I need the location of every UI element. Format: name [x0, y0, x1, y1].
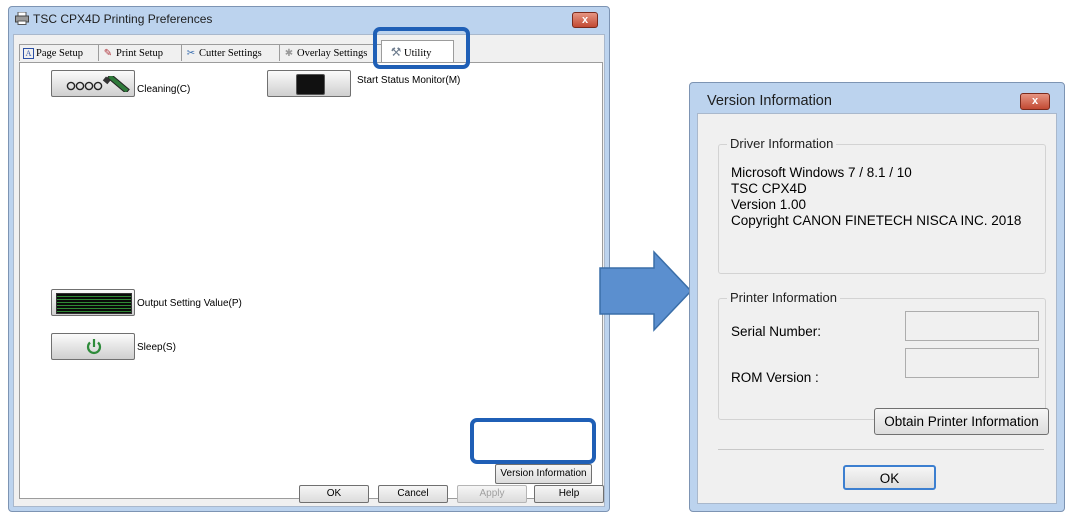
driver-model-text: TSC CPX4D — [731, 181, 807, 196]
close-icon: x — [1031, 95, 1039, 107]
tab-print-setup[interactable]: ✎ Print Setup — [98, 44, 182, 61]
utility-tab-highlight — [373, 27, 470, 69]
dialog-title: Version Information — [707, 93, 832, 109]
tab-page-setup[interactable]: A Page Setup — [19, 44, 99, 61]
close-button[interactable]: x — [572, 12, 598, 28]
driver-version-text: Version 1.00 — [731, 197, 807, 212]
driver-copyright-text: Copyright CANON FINETECH NISCA INC. 2018 — [731, 213, 1022, 228]
cutter-icon: ✂ — [186, 48, 196, 59]
obtain-printer-information-button[interactable]: Obtain Printer Information — [874, 408, 1049, 435]
divider — [718, 449, 1044, 450]
close-icon: x — [581, 14, 589, 26]
title-bar[interactable]: TSC CPX4D Printing Preferences x — [9, 7, 609, 31]
print-setup-icon: ✎ — [103, 48, 113, 59]
window-title: TSC CPX4D Printing Preferences — [33, 12, 213, 26]
power-icon — [85, 338, 103, 359]
output-setting-button[interactable] — [51, 289, 135, 316]
printer-icon — [15, 11, 29, 28]
driver-group-label: Driver Information — [727, 136, 837, 151]
ink-drops-icon — [66, 73, 130, 95]
arrow-right-icon — [599, 250, 693, 332]
sleep-button[interactable] — [51, 333, 135, 360]
cleaning-label: Cleaning(C) — [137, 84, 191, 95]
title-bar[interactable]: Version Information x — [690, 83, 1064, 113]
printer-group-label: Printer Information — [727, 290, 840, 305]
help-button[interactable]: Help — [534, 485, 604, 503]
ok-button[interactable]: OK — [843, 465, 936, 490]
ok-button[interactable]: OK — [299, 485, 369, 503]
overlay-icon: ✱ — [284, 48, 294, 59]
rom-version-field — [905, 348, 1039, 378]
version-information-button[interactable]: Version Information — [495, 464, 592, 484]
status-monitor-label: Start Status Monitor(M) — [357, 75, 461, 86]
rom-version-label: ROM Version : — [731, 370, 819, 385]
tab-cutter-settings[interactable]: ✂ Cutter Settings — [181, 44, 280, 61]
output-setting-label: Output Setting Value(P) — [137, 298, 242, 309]
driver-os-text: Microsoft Windows 7 / 8.1 / 10 — [731, 165, 912, 180]
page-setup-icon: A — [23, 48, 34, 59]
cleaning-button[interactable] — [51, 70, 135, 97]
apply-button[interactable]: Apply — [457, 485, 527, 503]
version-information-dialog: Version Information x Driver Information… — [689, 82, 1065, 512]
serial-number-label: Serial Number: — [731, 324, 822, 339]
tab-overlay-settings[interactable]: ✱ Overlay Settings — [279, 44, 383, 61]
driver-information-group: Driver Information Microsoft Windows 7 /… — [718, 136, 1046, 274]
printer-information-group: Printer Information Serial Number: ROM V… — [718, 290, 1046, 420]
console-screen-icon — [56, 293, 132, 314]
dialog-body: Driver Information Microsoft Windows 7 /… — [697, 113, 1057, 504]
close-button[interactable]: x — [1020, 93, 1050, 110]
version-button-highlight — [470, 418, 596, 464]
serial-number-field — [905, 311, 1039, 341]
cancel-button[interactable]: Cancel — [378, 485, 448, 503]
sleep-label: Sleep(S) — [137, 342, 176, 353]
monitor-icon — [296, 74, 325, 95]
status-monitor-button[interactable] — [267, 70, 351, 97]
